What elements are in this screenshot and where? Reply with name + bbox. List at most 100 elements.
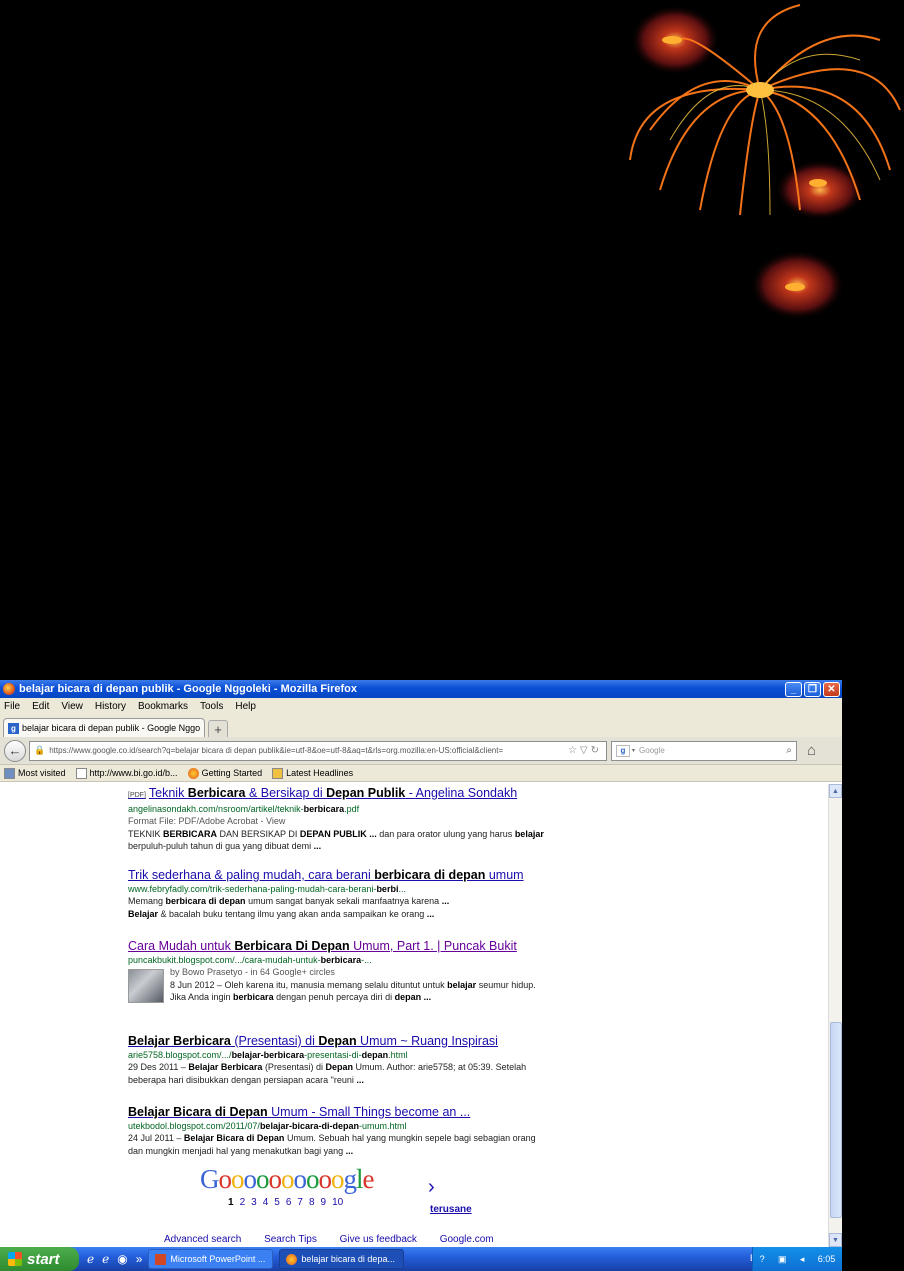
close-button[interactable]: ✕: [823, 681, 840, 697]
bookmark-most-visited[interactable]: Most visited: [4, 767, 66, 779]
page-number-link[interactable]: 6: [286, 1197, 292, 1208]
back-button[interactable]: ←: [4, 739, 26, 762]
url-text: https://www.google.co.id/search?q=belaja…: [49, 746, 504, 755]
menu-bar: File Edit View History Bookmarks Tools H…: [0, 698, 842, 715]
bookmark-label: Most visited: [18, 768, 66, 778]
taskbar: start ℯ ℯ ◉ » Microsoft PowerPoint ... b…: [0, 1247, 842, 1271]
next-arrow-icon[interactable]: ›: [428, 1176, 435, 1199]
page-number-link[interactable]: 2: [240, 1197, 246, 1208]
url-bar[interactable]: 🔒 https://www.google.co.id/search?q=bela…: [29, 740, 607, 761]
result-title-link[interactable]: [PDF] Teknik Berbicara & Bersikap di Depa…: [128, 786, 548, 803]
logo-letter: o: [306, 1164, 319, 1194]
scroll-down-arrow-icon[interactable]: ▼: [829, 1233, 842, 1247]
logo-letter: g: [343, 1164, 357, 1194]
menu-help[interactable]: Help: [235, 701, 256, 712]
menu-history[interactable]: History: [95, 701, 126, 712]
windows-logo-icon: [8, 1252, 22, 1266]
scroll-up-arrow-icon[interactable]: ▲: [829, 784, 842, 798]
network-icon[interactable]: ▣: [778, 1254, 787, 1265]
dropdown-arrow-icon[interactable]: ▽: [580, 745, 591, 756]
volume-icon[interactable]: ◂: [800, 1254, 805, 1265]
lock-icon: 🔒: [34, 745, 46, 755]
page-icon: [75, 767, 87, 779]
google-favicon-icon: g: [8, 722, 19, 734]
menu-tools[interactable]: Tools: [200, 701, 223, 712]
clock[interactable]: 6:05: [818, 1254, 836, 1264]
page-number-link[interactable]: 5: [274, 1197, 280, 1208]
engine-dropdown-icon[interactable]: ▾: [632, 747, 635, 754]
result-title-link[interactable]: Cara Mudah untuk Berbicara Di Depan Umum…: [128, 939, 548, 954]
new-tab-button[interactable]: +: [208, 720, 228, 737]
page-number-link[interactable]: 3: [251, 1197, 257, 1208]
logo-letter: o: [231, 1164, 244, 1194]
page-number-link[interactable]: 10: [332, 1197, 343, 1208]
taskbar-item-label: Microsoft PowerPoint ...: [170, 1254, 266, 1264]
menu-file[interactable]: File: [4, 701, 20, 712]
bookmark-label: Latest Headlines: [286, 768, 354, 778]
scrollbar-thumb[interactable]: [830, 1022, 842, 1218]
taskbar-item-powerpoint[interactable]: Microsoft PowerPoint ...: [148, 1249, 274, 1269]
star-icon[interactable]: ☆: [568, 745, 580, 756]
home-icon[interactable]: ⌂: [807, 742, 816, 759]
slide-background: [0, 0, 904, 680]
search-input[interactable]: Google: [639, 746, 786, 755]
result-title-link[interactable]: Belajar Berbicara (Presentasi) di Depan …: [128, 1034, 548, 1049]
logo-letter: o: [218, 1164, 232, 1194]
next-page-link[interactable]: terusane: [430, 1204, 472, 1215]
search-result: Trik sederhana & paling mudah, cara bera…: [128, 868, 548, 920]
result-meta: by Bowo Prasetyo - in 64 Google+ circles: [170, 967, 335, 977]
bookmark-bi-go-id[interactable]: http://www.bi.go.id/b...: [75, 767, 178, 779]
logo-letter: e: [362, 1164, 375, 1194]
result-url: arie5758.blogspot.com/.../belajar-berbic…: [128, 1050, 408, 1060]
result-snippet: 29 Des 2011 – Belajar Berbicara (Present…: [128, 1062, 527, 1085]
taskbar-item-firefox[interactable]: belajar bicara di depa...: [279, 1249, 405, 1269]
menu-edit[interactable]: Edit: [32, 701, 49, 712]
search-icon[interactable]: ⌕: [786, 745, 792, 756]
maximize-button[interactable]: ❐: [804, 681, 821, 697]
quicklaunch-firefox-icon[interactable]: ◉: [117, 1252, 127, 1266]
taskbar-item-label: belajar bicara di depa...: [301, 1254, 395, 1264]
page-number-link[interactable]: 7: [297, 1197, 303, 1208]
page-number-link[interactable]: 9: [321, 1197, 327, 1208]
search-tips-link[interactable]: Search Tips: [264, 1234, 317, 1245]
pagination: Goooooooooogle 1 2 3 4 5 6 7 8 9 10 › terusane: [200, 1164, 472, 1215]
logo-letter: o: [256, 1164, 269, 1194]
search-result: Belajar Berbicara (Presentasi) di Depan …: [128, 1034, 548, 1086]
menu-bookmarks[interactable]: Bookmarks: [138, 701, 188, 712]
quicklaunch-ie-icon[interactable]: ℯ: [87, 1252, 94, 1266]
firefox-icon: [3, 683, 15, 695]
result-url: puncakbukit.blogspot.com/.../cara-mudah-…: [128, 955, 372, 965]
quicklaunch-more-icon[interactable]: »: [136, 1252, 143, 1266]
window-title: belajar bicara di depan publik - Google …: [19, 683, 357, 695]
author-thumbnail[interactable]: [128, 969, 164, 1003]
tab-google-search[interactable]: g belajar bicara di depan publik - Googl…: [3, 718, 205, 737]
minimize-button[interactable]: _: [785, 681, 802, 697]
bookmark-label: http://www.bi.go.id/b...: [89, 768, 178, 778]
feedback-link[interactable]: Give us feedback: [340, 1234, 417, 1245]
reload-icon[interactable]: ↻: [591, 745, 602, 756]
start-label: start: [27, 1250, 60, 1268]
page-numbers: 1 2 3 4 5 6 7 8 9 10: [228, 1197, 374, 1208]
result-meta: Format File: PDF/Adobe Acrobat - View: [128, 816, 286, 826]
quicklaunch-ie2-icon[interactable]: ℯ: [102, 1252, 109, 1266]
result-title-link[interactable]: Belajar Bicara di Depan Umum - Small Thi…: [128, 1105, 548, 1120]
search-result: Belajar Bicara di Depan Umum - Small Thi…: [128, 1105, 548, 1157]
help-icon[interactable]: ?: [760, 1254, 765, 1264]
bookmark-latest-headlines[interactable]: Latest Headlines: [272, 767, 354, 779]
search-bar[interactable]: g ▾ Google ⌕: [611, 740, 797, 761]
vertical-scrollbar[interactable]: ▲ ▼: [828, 784, 842, 1247]
result-title-link[interactable]: Trik sederhana & paling mudah, cara bera…: [128, 868, 548, 883]
bookmark-label: Getting Started: [201, 768, 263, 778]
page-number-link[interactable]: 8: [309, 1197, 315, 1208]
back-arrow-icon: ←: [8, 743, 22, 758]
menu-view[interactable]: View: [61, 701, 83, 712]
page-number-link[interactable]: 4: [263, 1197, 269, 1208]
bookmark-getting-started[interactable]: Getting Started: [187, 767, 263, 779]
goooogle-logo: Goooooooooogle: [200, 1164, 374, 1195]
google-com-link[interactable]: Google.com: [440, 1234, 494, 1245]
start-button[interactable]: start: [0, 1247, 79, 1271]
page-number-link: 1: [228, 1197, 234, 1208]
result-snippet: 8 Jun 2012 – Oleh karena itu, manusia me…: [170, 979, 536, 1003]
advanced-search-link[interactable]: Advanced search: [164, 1234, 241, 1245]
google-search-engine-icon[interactable]: g: [616, 744, 630, 757]
